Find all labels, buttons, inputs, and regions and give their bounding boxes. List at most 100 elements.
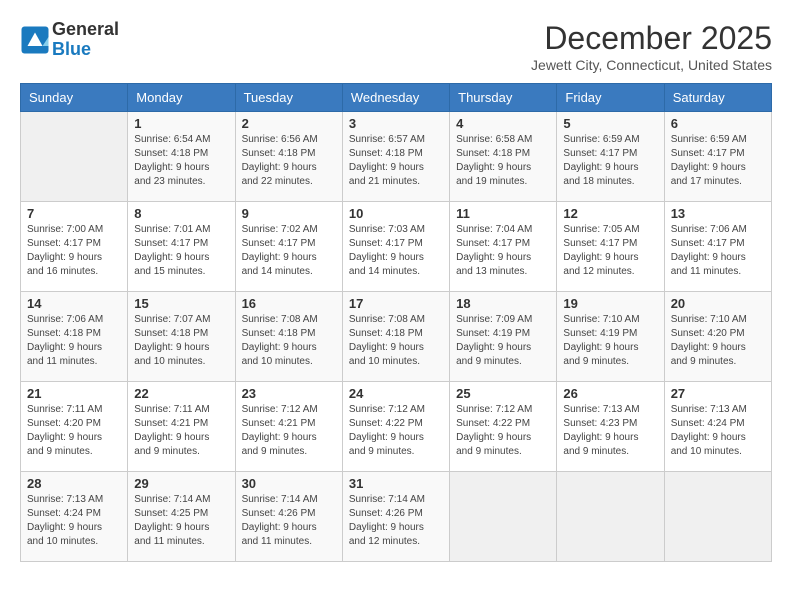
location: Jewett City, Connecticut, United States xyxy=(531,57,772,73)
cell-info: Sunrise: 7:11 AMSunset: 4:20 PMDaylight:… xyxy=(27,403,121,459)
cell-info: Sunrise: 6:58 AMSunset: 4:18 PMDaylight:… xyxy=(456,133,550,189)
calendar-cell: 1Sunrise: 6:54 AMSunset: 4:18 PMDaylight… xyxy=(128,112,235,202)
day-number: 16 xyxy=(242,296,336,311)
day-number: 20 xyxy=(671,296,765,311)
logo-blue: Blue xyxy=(52,40,119,60)
day-number: 12 xyxy=(563,206,657,221)
cell-info: Sunrise: 7:01 AMSunset: 4:17 PMDaylight:… xyxy=(134,223,228,279)
calendar-cell: 5 Sunrise: 6:59 AMSunset: 4:17 PMDaylight… xyxy=(557,112,664,202)
day-number: 25 xyxy=(456,386,550,401)
calendar-body: 1Sunrise: 6:54 AMSunset: 4:18 PMDaylight… xyxy=(21,112,772,562)
day-number: 9 xyxy=(242,206,336,221)
calendar-cell: 21 Sunrise: 7:11 AMSunset: 4:20 PMDayligh… xyxy=(21,382,128,472)
day-number: 18 xyxy=(456,296,550,311)
day-number: 19 xyxy=(563,296,657,311)
calendar-cell: 8 Sunrise: 7:01 AMSunset: 4:17 PMDaylight… xyxy=(128,202,235,292)
cell-info: Sunrise: 7:14 AMSunset: 4:25 PMDaylight:… xyxy=(134,493,228,549)
cell-info: Sunrise: 7:12 AMSunset: 4:21 PMDaylight:… xyxy=(242,403,336,459)
calendar-cell: 15 Sunrise: 7:07 AMSunset: 4:18 PMDayligh… xyxy=(128,292,235,382)
calendar-cell: 20 Sunrise: 7:10 AMSunset: 4:20 PMDayligh… xyxy=(664,292,771,382)
calendar-cell: 18 Sunrise: 7:09 AMSunset: 4:19 PMDayligh… xyxy=(450,292,557,382)
cell-info: Sunrise: 7:04 AMSunset: 4:17 PMDaylight:… xyxy=(456,223,550,279)
calendar-cell: 17Sunrise: 7:08 AMSunset: 4:18 PMDayligh… xyxy=(342,292,449,382)
calendar-cell xyxy=(557,472,664,562)
calendar-header-tuesday: Tuesday xyxy=(235,84,342,112)
calendar-cell: 13Sunrise: 7:06 AMSunset: 4:17 PMDayligh… xyxy=(664,202,771,292)
day-number: 11 xyxy=(456,206,550,221)
calendar-cell: 24Sunrise: 7:12 AMSunset: 4:22 PMDayligh… xyxy=(342,382,449,472)
cell-info: Sunrise: 6:57 AMSunset: 4:18 PMDaylight:… xyxy=(349,133,443,189)
calendar-header-saturday: Saturday xyxy=(664,84,771,112)
calendar-cell: 3 Sunrise: 6:57 AMSunset: 4:18 PMDaylight… xyxy=(342,112,449,202)
calendar-header-thursday: Thursday xyxy=(450,84,557,112)
cell-info: Sunrise: 6:56 AMSunset: 4:18 PMDaylight:… xyxy=(242,133,336,189)
calendar-week-1: 1Sunrise: 6:54 AMSunset: 4:18 PMDaylight… xyxy=(21,112,772,202)
calendar-cell: 2Sunrise: 6:56 AMSunset: 4:18 PMDaylight… xyxy=(235,112,342,202)
cell-info: Sunrise: 7:13 AMSunset: 4:24 PMDaylight:… xyxy=(671,403,765,459)
cell-info: Sunrise: 7:06 AMSunset: 4:17 PMDaylight:… xyxy=(671,223,765,279)
cell-info: Sunrise: 7:07 AMSunset: 4:18 PMDaylight:… xyxy=(134,313,228,369)
cell-info: Sunrise: 7:08 AMSunset: 4:18 PMDaylight:… xyxy=(242,313,336,369)
calendar-week-5: 28 Sunrise: 7:13 AMSunset: 4:24 PMDayligh… xyxy=(21,472,772,562)
cell-info: Sunrise: 7:05 AMSunset: 4:17 PMDaylight:… xyxy=(563,223,657,279)
day-number: 5 xyxy=(563,116,657,131)
day-number: 10 xyxy=(349,206,443,221)
title-block: December 2025 Jewett City, Connecticut, … xyxy=(531,20,772,73)
day-number: 17 xyxy=(349,296,443,311)
calendar-cell: 6Sunrise: 6:59 AMSunset: 4:17 PMDaylight… xyxy=(664,112,771,202)
calendar-cell xyxy=(21,112,128,202)
day-number: 24 xyxy=(349,386,443,401)
calendar-week-3: 14 Sunrise: 7:06 AMSunset: 4:18 PMDayligh… xyxy=(21,292,772,382)
logo-text: General Blue xyxy=(52,20,119,60)
cell-info: Sunrise: 7:06 AMSunset: 4:18 PMDaylight:… xyxy=(27,313,121,369)
day-number: 28 xyxy=(27,476,121,491)
calendar-cell: 29 Sunrise: 7:14 AMSunset: 4:25 PMDayligh… xyxy=(128,472,235,562)
day-number: 23 xyxy=(242,386,336,401)
calendar-table: SundayMondayTuesdayWednesdayThursdayFrid… xyxy=(20,83,772,562)
cell-info: Sunrise: 7:10 AMSunset: 4:19 PMDaylight:… xyxy=(563,313,657,369)
day-number: 21 xyxy=(27,386,121,401)
calendar-cell: 22Sunrise: 7:11 AMSunset: 4:21 PMDayligh… xyxy=(128,382,235,472)
logo-icon xyxy=(20,25,50,55)
cell-info: Sunrise: 7:14 AMSunset: 4:26 PMDaylight:… xyxy=(242,493,336,549)
calendar-cell: 26Sunrise: 7:13 AMSunset: 4:23 PMDayligh… xyxy=(557,382,664,472)
day-number: 31 xyxy=(349,476,443,491)
calendar-header-sunday: Sunday xyxy=(21,84,128,112)
day-number: 15 xyxy=(134,296,228,311)
cell-info: Sunrise: 7:12 AMSunset: 4:22 PMDaylight:… xyxy=(456,403,550,459)
day-number: 3 xyxy=(349,116,443,131)
cell-info: Sunrise: 7:14 AMSunset: 4:26 PMDaylight:… xyxy=(349,493,443,549)
cell-info: Sunrise: 6:54 AMSunset: 4:18 PMDaylight:… xyxy=(134,133,228,189)
day-number: 30 xyxy=(242,476,336,491)
calendar-cell: 25 Sunrise: 7:12 AMSunset: 4:22 PMDayligh… xyxy=(450,382,557,472)
calendar-cell: 19 Sunrise: 7:10 AMSunset: 4:19 PMDayligh… xyxy=(557,292,664,382)
cell-info: Sunrise: 7:09 AMSunset: 4:19 PMDaylight:… xyxy=(456,313,550,369)
calendar-cell xyxy=(664,472,771,562)
logo: General Blue xyxy=(20,20,119,60)
calendar-cell: 30 Sunrise: 7:14 AMSunset: 4:26 PMDayligh… xyxy=(235,472,342,562)
cell-info: Sunrise: 7:13 AMSunset: 4:23 PMDaylight:… xyxy=(563,403,657,459)
day-number: 29 xyxy=(134,476,228,491)
cell-info: Sunrise: 7:13 AMSunset: 4:24 PMDaylight:… xyxy=(27,493,121,549)
cell-info: Sunrise: 6:59 AMSunset: 4:17 PMDaylight:… xyxy=(563,133,657,189)
calendar-week-2: 7Sunrise: 7:00 AMSunset: 4:17 PMDaylight… xyxy=(21,202,772,292)
calendar-cell: 28 Sunrise: 7:13 AMSunset: 4:24 PMDayligh… xyxy=(21,472,128,562)
day-number: 6 xyxy=(671,116,765,131)
calendar-cell: 10 Sunrise: 7:03 AMSunset: 4:17 PMDayligh… xyxy=(342,202,449,292)
cell-info: Sunrise: 7:11 AMSunset: 4:21 PMDaylight:… xyxy=(134,403,228,459)
day-number: 14 xyxy=(27,296,121,311)
page-header: General Blue December 2025 Jewett City, … xyxy=(20,20,772,73)
calendar-header-friday: Friday xyxy=(557,84,664,112)
day-number: 27 xyxy=(671,386,765,401)
calendar-cell: 27 Sunrise: 7:13 AMSunset: 4:24 PMDayligh… xyxy=(664,382,771,472)
day-number: 8 xyxy=(134,206,228,221)
month-title: December 2025 xyxy=(531,20,772,57)
calendar-header-wednesday: Wednesday xyxy=(342,84,449,112)
cell-info: Sunrise: 7:03 AMSunset: 4:17 PMDaylight:… xyxy=(349,223,443,279)
cell-info: Sunrise: 7:02 AMSunset: 4:17 PMDaylight:… xyxy=(242,223,336,279)
calendar-week-4: 21 Sunrise: 7:11 AMSunset: 4:20 PMDayligh… xyxy=(21,382,772,472)
calendar-cell: 31 Sunrise: 7:14 AMSunset: 4:26 PMDayligh… xyxy=(342,472,449,562)
calendar-cell: 7Sunrise: 7:00 AMSunset: 4:17 PMDaylight… xyxy=(21,202,128,292)
cell-info: Sunrise: 7:10 AMSunset: 4:20 PMDaylight:… xyxy=(671,313,765,369)
calendar-cell: 16 Sunrise: 7:08 AMSunset: 4:18 PMDayligh… xyxy=(235,292,342,382)
